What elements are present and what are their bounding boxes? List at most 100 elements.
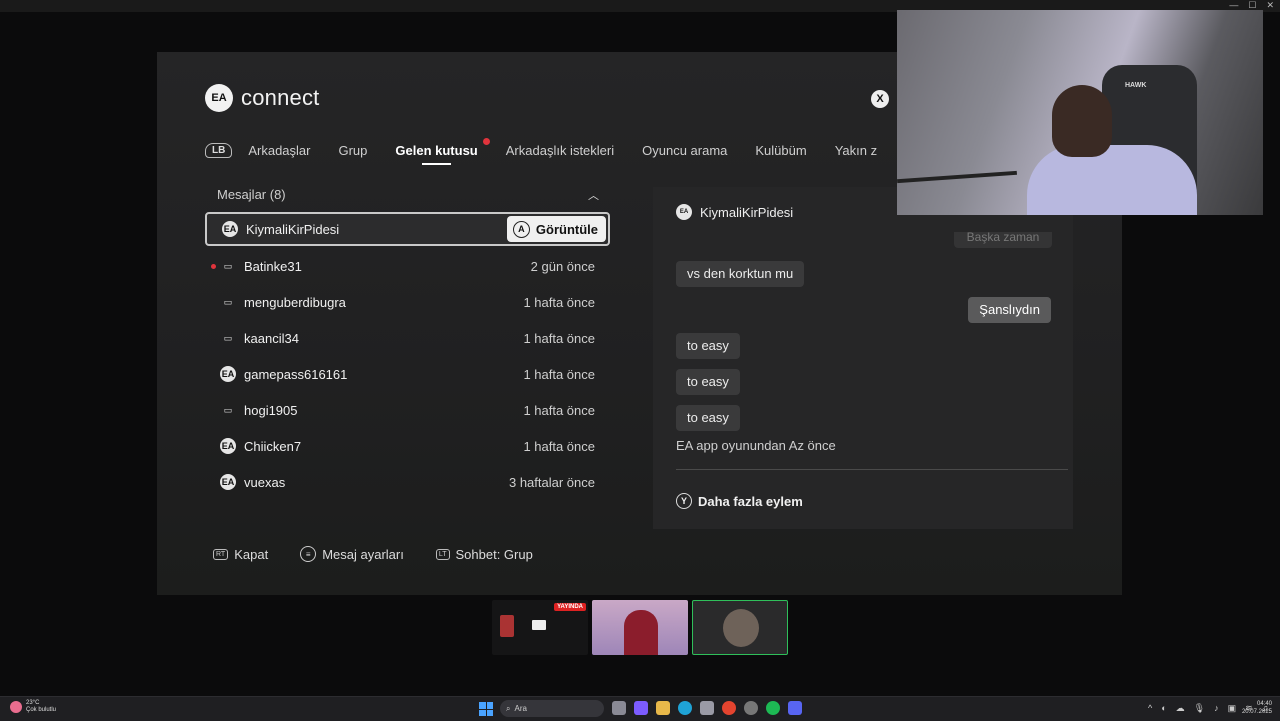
xbox-avatar-icon: ▭	[223, 332, 233, 343]
search-icon: ⌕	[506, 703, 511, 713]
y-button-icon: Y	[676, 493, 692, 509]
thumbnail-player[interactable]	[592, 600, 688, 655]
chat-group-label: Sohbet: Grup	[455, 546, 533, 562]
message-row[interactable]: EA gamepass616161 1 hafta önce	[205, 356, 610, 392]
task-view-icon[interactable]	[612, 701, 626, 715]
a-button-icon: A	[512, 220, 530, 238]
mic-icon[interactable]: 🎙	[1194, 703, 1205, 714]
more-actions-label: Daha fazla eylem	[698, 493, 803, 509]
ea-avatar-icon: EA	[222, 221, 238, 237]
view-button[interactable]: A Görüntüle	[506, 216, 606, 242]
weather-text: 23°C Çok bulutlu	[26, 700, 56, 714]
tab-group[interactable]: Grup	[338, 143, 367, 158]
tab-friend-requests[interactable]: Arkadaşlık istekleri	[506, 143, 614, 158]
message-time: 2 gün önce	[530, 258, 595, 274]
tab-player-search[interactable]: Oyuncu arama	[642, 143, 727, 158]
sender-name: vuexas	[244, 474, 286, 490]
message-source-meta: EA app oyunundan Az önce	[676, 438, 836, 453]
message-row[interactable]: EA Chiicken7 1 hafta önce	[205, 428, 610, 464]
faded-message: Başka zaman	[954, 232, 1052, 248]
cloud-icon[interactable]: ☁	[1176, 703, 1185, 714]
message-list: EA KiymaliKirPidesi A Görüntüle ▭ Batink…	[205, 212, 610, 500]
discord-icon[interactable]	[788, 701, 802, 715]
message-time: 3 haftalar önce	[508, 474, 595, 490]
lt-trigger-icon: LT	[435, 548, 450, 560]
ea-connect-logo: EA connect	[205, 84, 319, 112]
messages-header[interactable]: Mesajlar (8) ︿	[217, 187, 599, 203]
ea-logo-icon: EA	[205, 84, 233, 112]
ea-avatar-icon: EA	[220, 438, 236, 454]
lb-bumper-icon: LB	[205, 142, 233, 158]
message-row[interactable]: ▭ Batinke31 2 gün önce	[205, 248, 610, 284]
taskbar-clock[interactable]: 04:40 20.07.2025	[1242, 700, 1272, 716]
taskbar-search[interactable]: ⌕ Ara	[500, 700, 604, 717]
store-icon[interactable]	[700, 701, 714, 715]
close-label: Kapat	[234, 546, 269, 562]
close-window-icon[interactable]: ✕	[1266, 0, 1274, 11]
app-title: connect	[241, 85, 320, 110]
unread-dot	[211, 263, 216, 269]
windows-taskbar: 23°C Çok bulutlu ⌕ Ara ^ ◐ ☁ 🎙 ♪ ▣ ≋ ♫ 0…	[0, 696, 1280, 721]
search-placeholder: Ara	[514, 704, 527, 713]
chat-header: EA KiymaliKirPidesi	[676, 204, 793, 220]
message-settings-button[interactable]: ≡ Mesaj ayarları	[300, 546, 404, 562]
message-row[interactable]: ▭ hogi1905 1 hafta önce	[205, 392, 610, 428]
chat-bubble-received: to easy	[676, 405, 740, 431]
more-actions-button[interactable]: Y Daha fazla eylem	[676, 493, 803, 509]
obs-icon[interactable]	[744, 701, 758, 715]
rt-trigger-icon: RT	[213, 548, 229, 560]
message-row-selected[interactable]: EA KiymaliKirPidesi A Görüntüle	[205, 212, 610, 246]
clock-date: 20.07.2025	[1241, 709, 1272, 715]
ea-avatar-icon: EA	[676, 204, 692, 220]
chat-bubble-sent: Şanslıydın	[968, 297, 1051, 323]
messages-count-label: Mesajlar (8)	[217, 187, 286, 202]
chevron-up-icon[interactable]: ︿	[588, 187, 599, 203]
thumbnail-camera[interactable]	[692, 600, 788, 655]
footer-actions: RT Kapat ≡ Mesaj ayarları LT Sohbet: Gru…	[213, 546, 533, 562]
thumbnail-strip: YAYINDA	[492, 600, 788, 655]
message-row[interactable]: ▭ kaancil34 1 hafta önce	[205, 320, 610, 356]
view-button-label: Görüntüle	[535, 221, 598, 237]
sender-name: kaancil34	[244, 330, 299, 346]
tray-app-icon[interactable]: ◐	[1161, 703, 1166, 714]
copilot-icon[interactable]	[634, 701, 648, 715]
message-row[interactable]: ▭ menguberdibugra 1 hafta önce	[205, 284, 610, 320]
tab-my-club[interactable]: Kulübüm	[755, 143, 806, 158]
tab-bar: LB Arkadaşlar Grup Gelen kutusu Arkadaşl…	[205, 137, 905, 165]
taskbar-apps	[612, 701, 802, 715]
sender-name: Batinke31	[244, 258, 302, 274]
live-badge: YAYINDA	[554, 603, 586, 611]
microphone-arm	[897, 170, 1017, 184]
notification-dot	[482, 137, 490, 145]
volume-icon[interactable]: ♪	[1214, 703, 1219, 714]
tab-friends[interactable]: Arkadaşlar	[248, 143, 310, 158]
file-explorer-icon[interactable]	[656, 701, 670, 715]
sender-name: gamepass616161	[244, 366, 348, 382]
message-time: 1 hafta önce	[523, 402, 595, 418]
close-button[interactable]: RT Kapat	[213, 546, 268, 562]
chrome-icon[interactable]	[722, 701, 736, 715]
message-row[interactable]: EA vuexas 3 haftalar önce	[205, 464, 610, 500]
weather-temp: 23°C	[26, 700, 40, 706]
chat-bubble-received: vs den korktun mu	[676, 261, 805, 287]
chat-group-button[interactable]: LT Sohbet: Grup	[435, 546, 533, 562]
windows-start-icon[interactable]	[479, 702, 493, 716]
thumbnail-stream[interactable]: YAYINDA	[492, 600, 588, 655]
message-settings-label: Mesaj ayarları	[322, 546, 404, 562]
weather-widget[interactable]: 23°C Çok bulutlu	[10, 700, 56, 714]
message-time: 1 hafta önce	[523, 438, 595, 454]
spotify-icon[interactable]	[766, 701, 780, 715]
tab-nearby[interactable]: Yakın z	[835, 143, 877, 158]
edge-icon[interactable]	[678, 701, 692, 715]
chat-bubble-received: to easy	[676, 333, 740, 359]
face-image	[723, 609, 759, 647]
tab-inbox-label: Gelen kutusu	[395, 142, 478, 158]
display-icon[interactable]: ▣	[1228, 703, 1237, 714]
thumbnail-card-image	[500, 615, 514, 637]
xbox-avatar-icon: ▭	[223, 296, 233, 307]
chair-logo: HAWK	[1125, 82, 1147, 89]
tab-inbox[interactable]: Gelen kutusu	[395, 137, 490, 165]
chevron-up-tray-icon[interactable]: ^	[1148, 703, 1152, 714]
chat-bubble-received: to easy	[676, 369, 740, 395]
chat-divider	[676, 469, 1068, 470]
